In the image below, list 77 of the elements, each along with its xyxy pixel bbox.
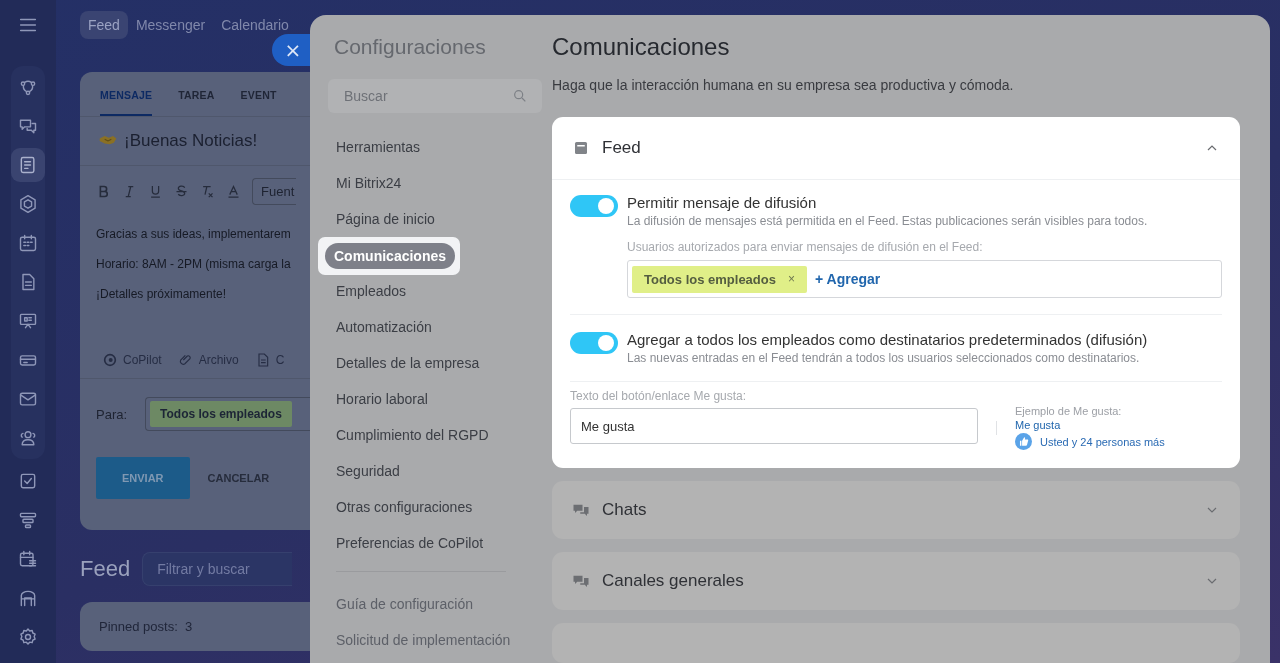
option-description: La difusión de mensajes está permitida en el Feed. Estas publicaciones serán visibles para todos. <box>627 214 1149 228</box>
settings-menu-item[interactable]: Comunicaciones <box>325 243 456 269</box>
thumbs-up-icon <box>1015 433 1032 450</box>
pinned-posts-count: Pinned posts: 3 <box>99 619 193 634</box>
settings-menu-item[interactable]: Mi Bitrix24 <box>336 175 402 191</box>
arch-icon[interactable] <box>18 588 38 608</box>
filter-field[interactable]: Filtrar y buscar <box>142 552 293 586</box>
calendar-icon[interactable] <box>18 233 38 253</box>
settings-menu-item[interactable]: Otras configuraciones <box>336 499 473 515</box>
section-title: Feed <box>602 138 642 158</box>
hexagon-icon[interactable] <box>18 194 38 214</box>
settings-menu-item[interactable]: Horario laboral <box>336 391 428 407</box>
send-button[interactable]: ENVIAR <box>96 457 190 499</box>
toggle-switch[interactable] <box>570 195 618 217</box>
chat-icon[interactable] <box>18 116 38 136</box>
schedule-icon[interactable] <box>18 549 38 569</box>
user-tag: Todos los empleados × <box>632 265 807 293</box>
settings-menu-item[interactable]: Empleados <box>336 283 407 299</box>
toggle-switch[interactable] <box>570 332 618 354</box>
search-icon <box>512 88 528 104</box>
funnel-icon[interactable] <box>18 510 38 530</box>
paperclip-icon[interactable] <box>177 352 194 368</box>
page-subtitle: Haga que la interacción humana en su empresa sea productiva y cómoda. <box>552 77 1015 93</box>
post-title: ¡Buenas Noticias! <box>124 131 258 151</box>
close-button[interactable]: × <box>272 34 310 66</box>
settings-menu-item[interactable]: Preferencias de CoPilot <box>336 535 484 551</box>
post-text: Horario: 8AM - 2PM (misma carga la <box>96 257 291 271</box>
feed-icon <box>572 139 590 157</box>
settings-link[interactable]: Guía de configuración <box>318 586 552 622</box>
strikethrough-icon[interactable] <box>174 184 189 199</box>
settings-menu-item[interactable]: Herramientas <box>336 139 421 155</box>
composer-tab[interactable]: EVENT <box>240 72 277 116</box>
settings-menu-item[interactable]: Detalles de la empresa <box>336 355 480 371</box>
field-label: Texto del botón/enlace Me gusta: <box>570 389 748 403</box>
checkbox-icon[interactable] <box>18 471 38 491</box>
post-text: Gracias a sus ideas, implementarem <box>96 227 291 241</box>
panel-title: Configuraciones <box>334 35 487 59</box>
post-text: ¡Detalles próximamente! <box>96 287 227 301</box>
mail-icon[interactable] <box>18 389 38 409</box>
like-text-field[interactable]: Me gusta <box>570 408 978 444</box>
settings-link[interactable]: Solicitud de implementación <box>318 622 552 658</box>
spiral-icon[interactable] <box>102 352 118 368</box>
settings-menu-item[interactable]: Cumplimiento del RGPD <box>336 427 489 443</box>
like-link[interactable]: Me gusta <box>1015 419 1165 431</box>
recipient-field[interactable]: Todos los empleados <box>145 397 310 431</box>
composer-tab[interactable]: TAREA <box>178 72 215 116</box>
underline-icon[interactable] <box>148 184 163 199</box>
board-icon[interactable] <box>18 311 38 331</box>
example-label: Ejemplo de Me gusta: <box>1015 405 1123 417</box>
text-color-icon[interactable] <box>226 184 241 199</box>
add-link[interactable]: + Agregar <box>814 271 881 287</box>
font-select[interactable]: Fuent <box>252 178 297 205</box>
users-field[interactable]: Todos los empleados × + Agregar <box>627 260 1222 298</box>
like-summary: Usted y 24 personas más <box>1040 435 1165 448</box>
settings-menu-item[interactable]: Página de inicio <box>336 211 435 227</box>
nav-tab[interactable]: Feed <box>80 11 128 39</box>
document-icon[interactable] <box>18 155 38 175</box>
settings-icon[interactable] <box>18 627 38 647</box>
option-description: Las nuevas entradas en el Feed tendrán a todos los usuarios seleccionados como destinatarios. <box>627 351 1141 365</box>
cancel-button[interactable]: CANCELAR <box>201 471 276 485</box>
section-title: Chats <box>602 500 648 520</box>
to-label: Para: <box>96 406 128 422</box>
feed-heading: Feed <box>80 556 131 582</box>
people-icon[interactable] <box>18 428 38 448</box>
field-label: Usuarios autorizados para enviar mensajes de difusión en el Feed: <box>627 240 984 254</box>
settings-menu-item[interactable]: Seguridad <box>336 463 400 479</box>
remove-tag-button[interactable]: × <box>787 271 795 287</box>
search-field[interactable]: Buscar <box>328 79 542 113</box>
section-title: Canales generales <box>602 571 745 591</box>
settings-menu-item[interactable]: Automatización <box>336 319 432 335</box>
recipient-tag: Todos los empleados <box>150 401 292 427</box>
option-label: Permitir mensaje de difusión <box>627 194 818 211</box>
clear-format-icon[interactable] <box>200 184 215 199</box>
page-title: Comunicaciones <box>552 33 731 61</box>
option-label: Agregar a todos los empleados como destinatarios predeterminados (difusión) <box>627 331 1149 348</box>
nav-tab[interactable]: Messenger <box>127 11 214 39</box>
composer-tab[interactable]: MENSAJE <box>100 72 153 116</box>
